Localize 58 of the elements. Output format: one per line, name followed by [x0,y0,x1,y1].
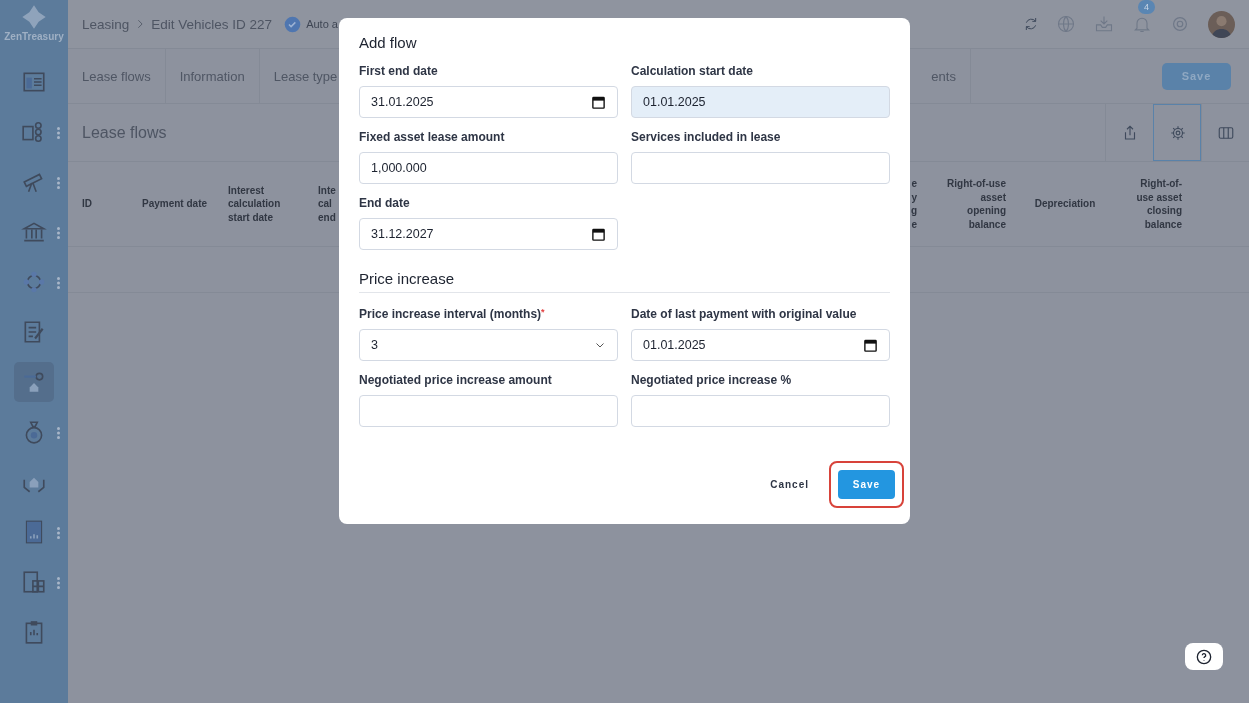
inbox-download-icon[interactable] [1093,14,1115,34]
more-icon[interactable] [57,575,60,591]
section-title: Lease flows [82,123,167,142]
field-label: Calculation start date [631,64,754,78]
column-header: Payment date [142,197,209,211]
more-icon[interactable] [57,525,60,541]
field-label: Negotiated price increase amount [359,373,552,387]
check-circle-icon [284,15,302,33]
column-header: Right-of-use asset opening balance [946,177,1006,231]
globe-icon[interactable] [1056,14,1076,34]
network-icon [21,269,47,295]
page-title: Edit Vehicles ID 227 [151,16,273,32]
field-label: Date of last payment with original value [631,307,857,321]
more-icon[interactable] [57,425,60,441]
input-field[interactable]: 01.01.2025 [631,329,890,361]
more-icon[interactable] [57,125,60,141]
input-field[interactable]: 3 [359,329,618,361]
field-label: Fixed asset lease amount [359,130,505,144]
sidebar-item[interactable] [14,362,54,402]
input-field[interactable]: 1,000.000 [359,152,618,184]
input-field[interactable]: 01.01.2025 [631,86,890,118]
help-button[interactable] [1185,643,1223,670]
input-field[interactable]: 31.12.2027 [359,218,618,250]
help-icon [1196,648,1212,665]
notification-count: 4 [1138,0,1155,14]
toolbar-button[interactable] [1153,104,1201,161]
more-icon[interactable] [57,275,60,291]
refresh-icon[interactable] [1023,16,1039,32]
input-field[interactable] [631,152,890,184]
avatar[interactable] [1208,10,1235,38]
input-field[interactable]: 31.01.2025 [359,86,618,118]
calendar-icon [591,226,606,242]
column-header: Depreciation [1033,197,1097,211]
logo-icon [20,3,48,31]
column-header: Inte cal end [318,183,337,225]
settings-icon [1168,123,1187,142]
dialog-title: Add flow [359,34,418,51]
field-label: First end date [359,64,438,78]
calendar-icon [591,94,606,110]
section-heading: Price increase [359,270,890,293]
field-label: End date [359,196,410,210]
input-field[interactable] [631,395,890,427]
field-label: Negotiated price increase % [631,373,792,387]
field-label: Services included in lease [631,130,781,144]
logo-text: ZenTreasury [4,31,64,42]
calendar-icon [863,337,878,353]
calculator-icon [21,569,47,595]
column-header: ID [82,197,93,211]
cancel-button[interactable]: Cancel [764,478,815,491]
required-mark: * [541,307,545,317]
column-header: Interest calculation start date [228,183,282,225]
column-header: Right-of-use asset closing balance [1135,177,1182,231]
more-icon[interactable] [57,225,60,241]
column-header: e y g e [909,177,917,231]
input-field[interactable] [359,395,618,427]
more-icon[interactable] [57,175,60,191]
status-text: Auto a [306,18,338,30]
field-label: Price increase interval (months) [359,307,542,321]
